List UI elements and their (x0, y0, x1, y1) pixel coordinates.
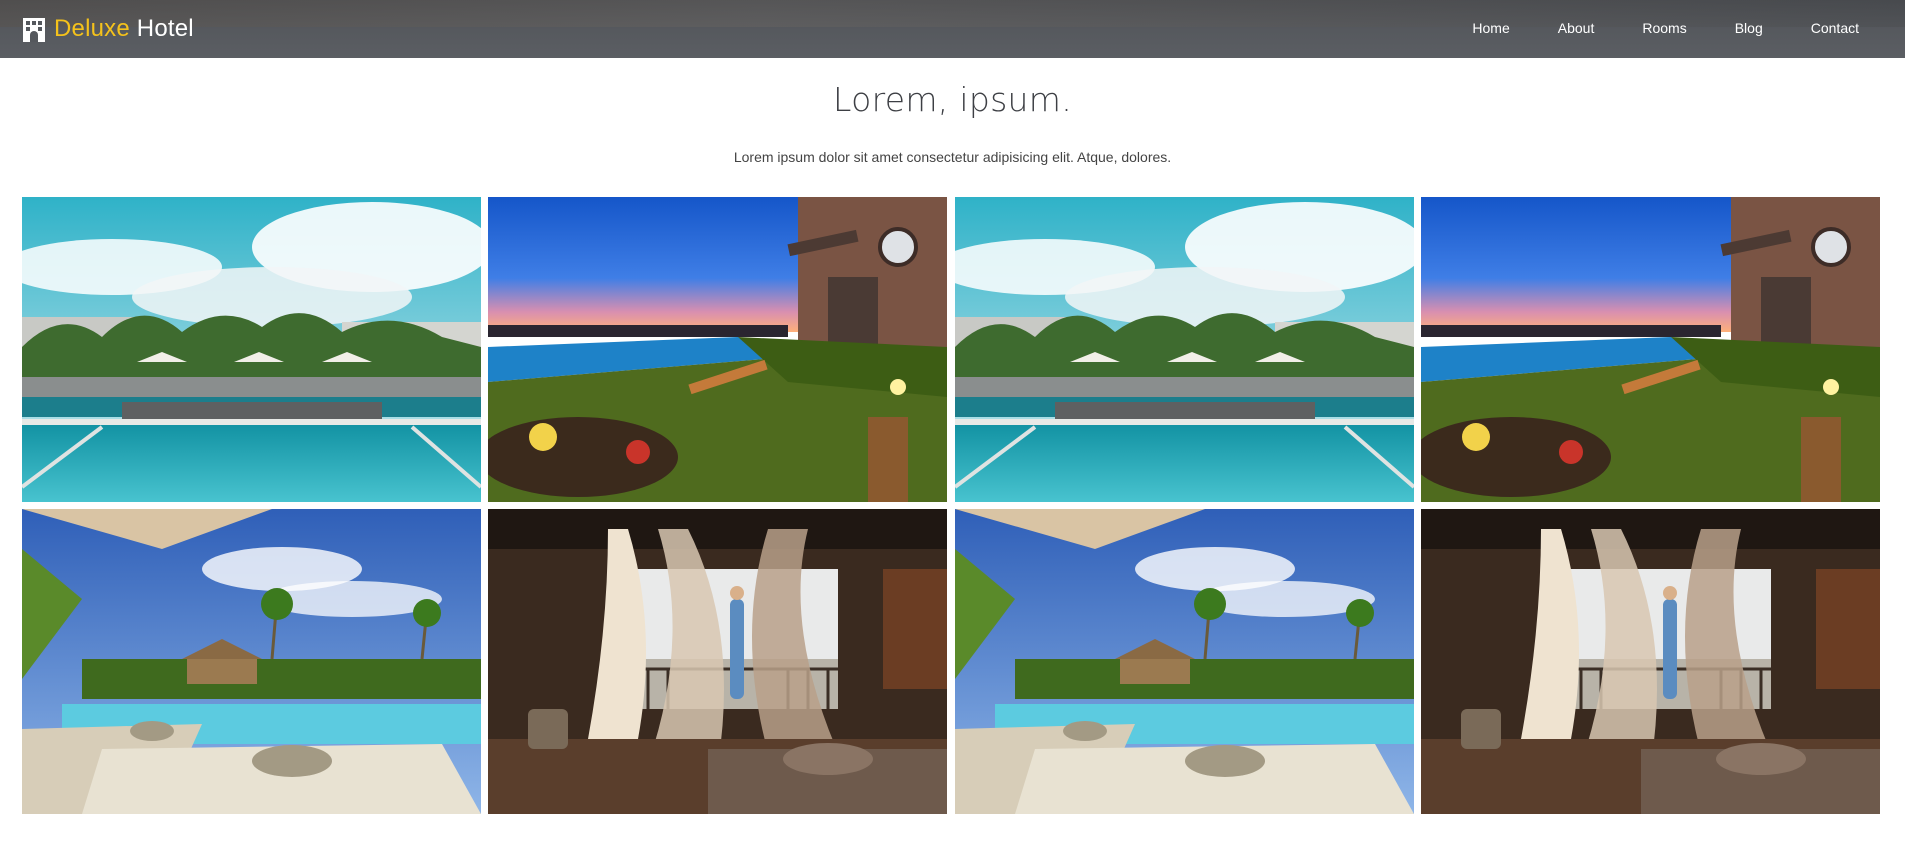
section-title: Lorem, ipsum. (832, 80, 1073, 119)
nav-link-blog[interactable]: Blog (1735, 20, 1763, 36)
nav-link-contact[interactable]: Contact (1811, 20, 1859, 36)
gallery-image-canopy-bedroom[interactable] (488, 509, 948, 814)
bedroom-balcony-image (1420, 509, 1880, 814)
gallery-image-tropical-resort[interactable] (22, 509, 481, 814)
gallery-image-pool-sunset[interactable] (1420, 197, 1880, 502)
image-gallery (22, 197, 1881, 814)
nav-link-rooms[interactable]: Rooms (1642, 20, 1686, 36)
nav-menu: Home About Rooms Blog Contact (1472, 20, 1859, 38)
nav-link-about[interactable]: About (1558, 20, 1595, 36)
brand-logo[interactable]: Deluxe Hotel (22, 15, 194, 43)
navbar: Deluxe Hotel Home About Rooms Blog Conta… (0, 0, 1905, 58)
pool-umbrellas-image (954, 197, 1414, 502)
brand-name: Deluxe Hotel (54, 15, 194, 43)
pool-sunset-image (488, 197, 948, 502)
gallery-image-canopy-bedroom[interactable] (1420, 509, 1880, 814)
bedroom-balcony-image (488, 509, 948, 814)
tropical-pool-image (22, 509, 481, 814)
hotel-building-icon (23, 17, 45, 42)
pool-umbrellas-image (22, 197, 481, 502)
gallery-image-pool-sunset[interactable] (488, 197, 948, 502)
gallery-image-pool-day[interactable] (22, 197, 481, 502)
intro-section: Lorem, ipsum. Lorem ipsum dolor sit amet… (0, 80, 1905, 165)
section-description: Lorem ipsum dolor sit amet consectetur a… (733, 149, 1172, 165)
gallery-image-tropical-resort[interactable] (954, 509, 1414, 814)
brand-secondary: Hotel (136, 15, 194, 42)
brand-primary: Deluxe (54, 15, 130, 42)
tropical-pool-image (954, 509, 1414, 814)
nav-link-home[interactable]: Home (1472, 20, 1509, 36)
gallery-image-pool-day[interactable] (954, 197, 1414, 502)
pool-sunset-image (1420, 197, 1880, 502)
